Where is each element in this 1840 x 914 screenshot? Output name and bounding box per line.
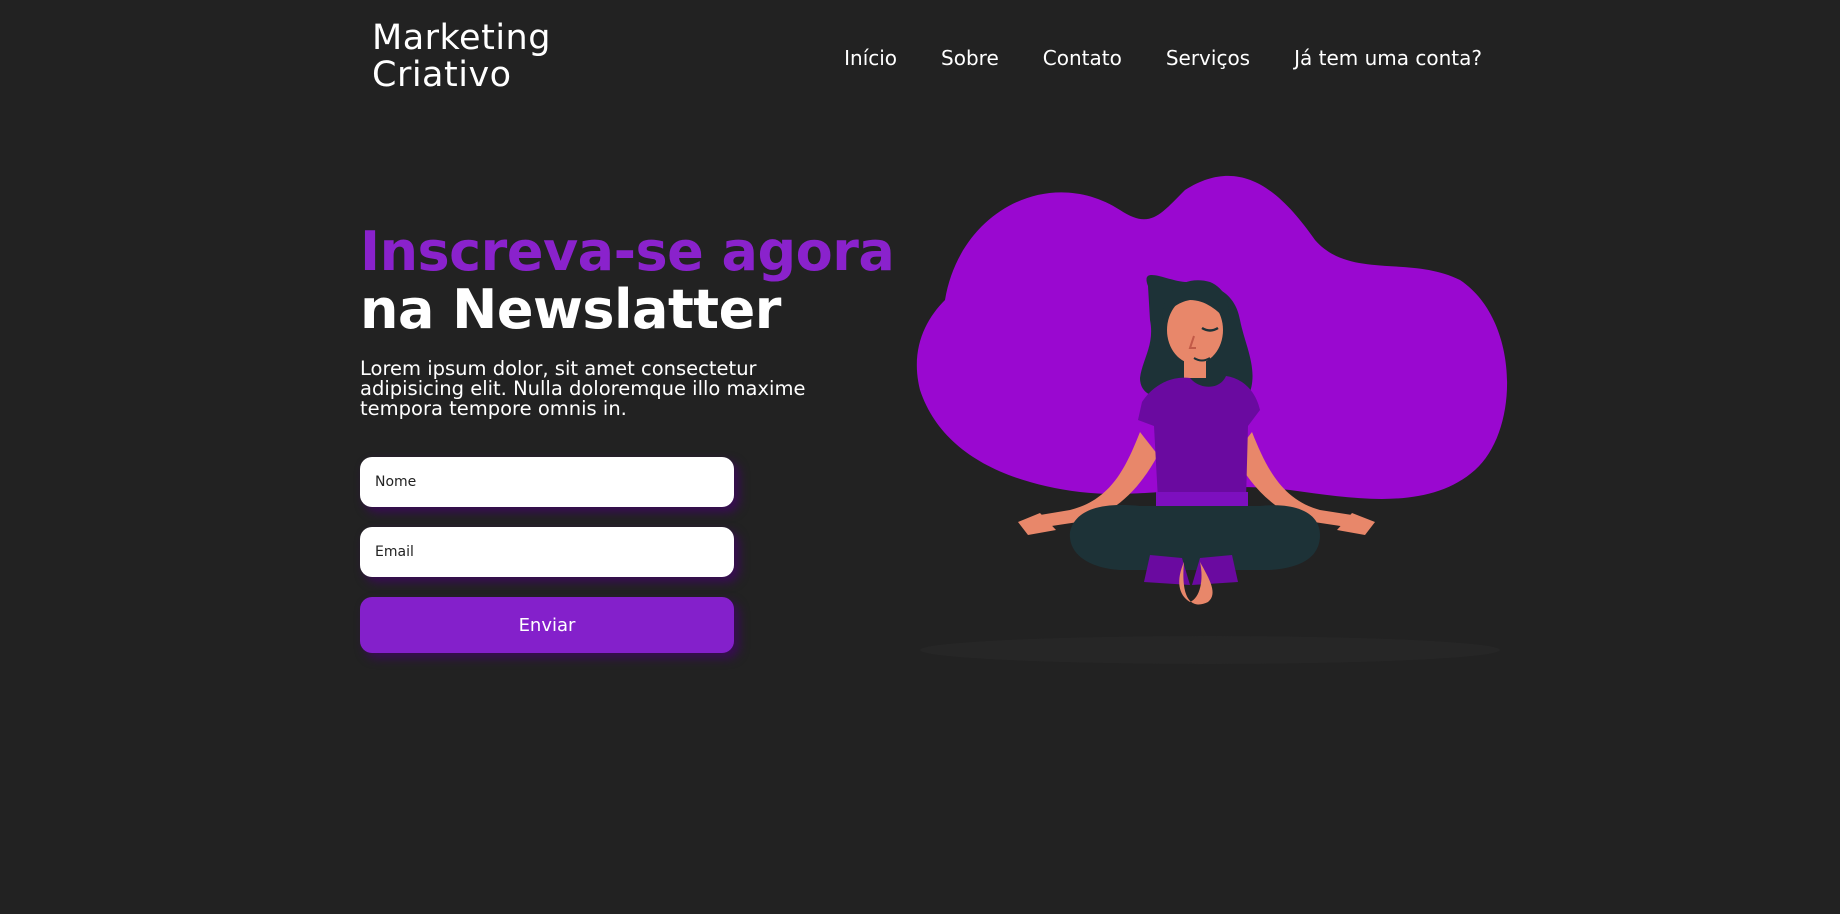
meditating-woman-illustration [900, 170, 1520, 690]
logo-line-1: Marketing [372, 18, 551, 58]
nav-link-contato[interactable]: Contato [1043, 46, 1122, 70]
newsletter-form: Enviar [360, 457, 734, 653]
nav-link-servicos[interactable]: Serviços [1166, 46, 1250, 70]
hero-title: Inscreva-se agora na Newslatter [360, 223, 920, 339]
floor-shadow [920, 636, 1500, 664]
hero-title-main: na Newslatter [360, 278, 781, 341]
email-input[interactable] [360, 527, 734, 577]
hero-description: Lorem ipsum dolor, sit amet consectetur … [360, 357, 806, 420]
hero-title-accent: Inscreva-se agora [360, 220, 895, 283]
hero-section: Inscreva-se agora na Newslatter Lorem ip… [360, 223, 920, 419]
name-input[interactable] [360, 457, 734, 507]
crossed-legs [1069, 505, 1320, 570]
nav-link-sobre[interactable]: Sobre [941, 46, 999, 70]
nav-link-inicio[interactable]: Início [844, 46, 897, 70]
main-nav: Início Sobre Contato Serviços Já tem uma… [844, 46, 1482, 70]
submit-button[interactable]: Enviar [360, 597, 734, 653]
nav-link-login[interactable]: Já tem uma conta? [1294, 46, 1482, 70]
logo[interactable]: Marketing Criativo [372, 20, 551, 94]
site-header: Marketing Criativo Início Sobre Contato … [372, 20, 1482, 100]
logo-line-2: Criativo [372, 55, 512, 95]
